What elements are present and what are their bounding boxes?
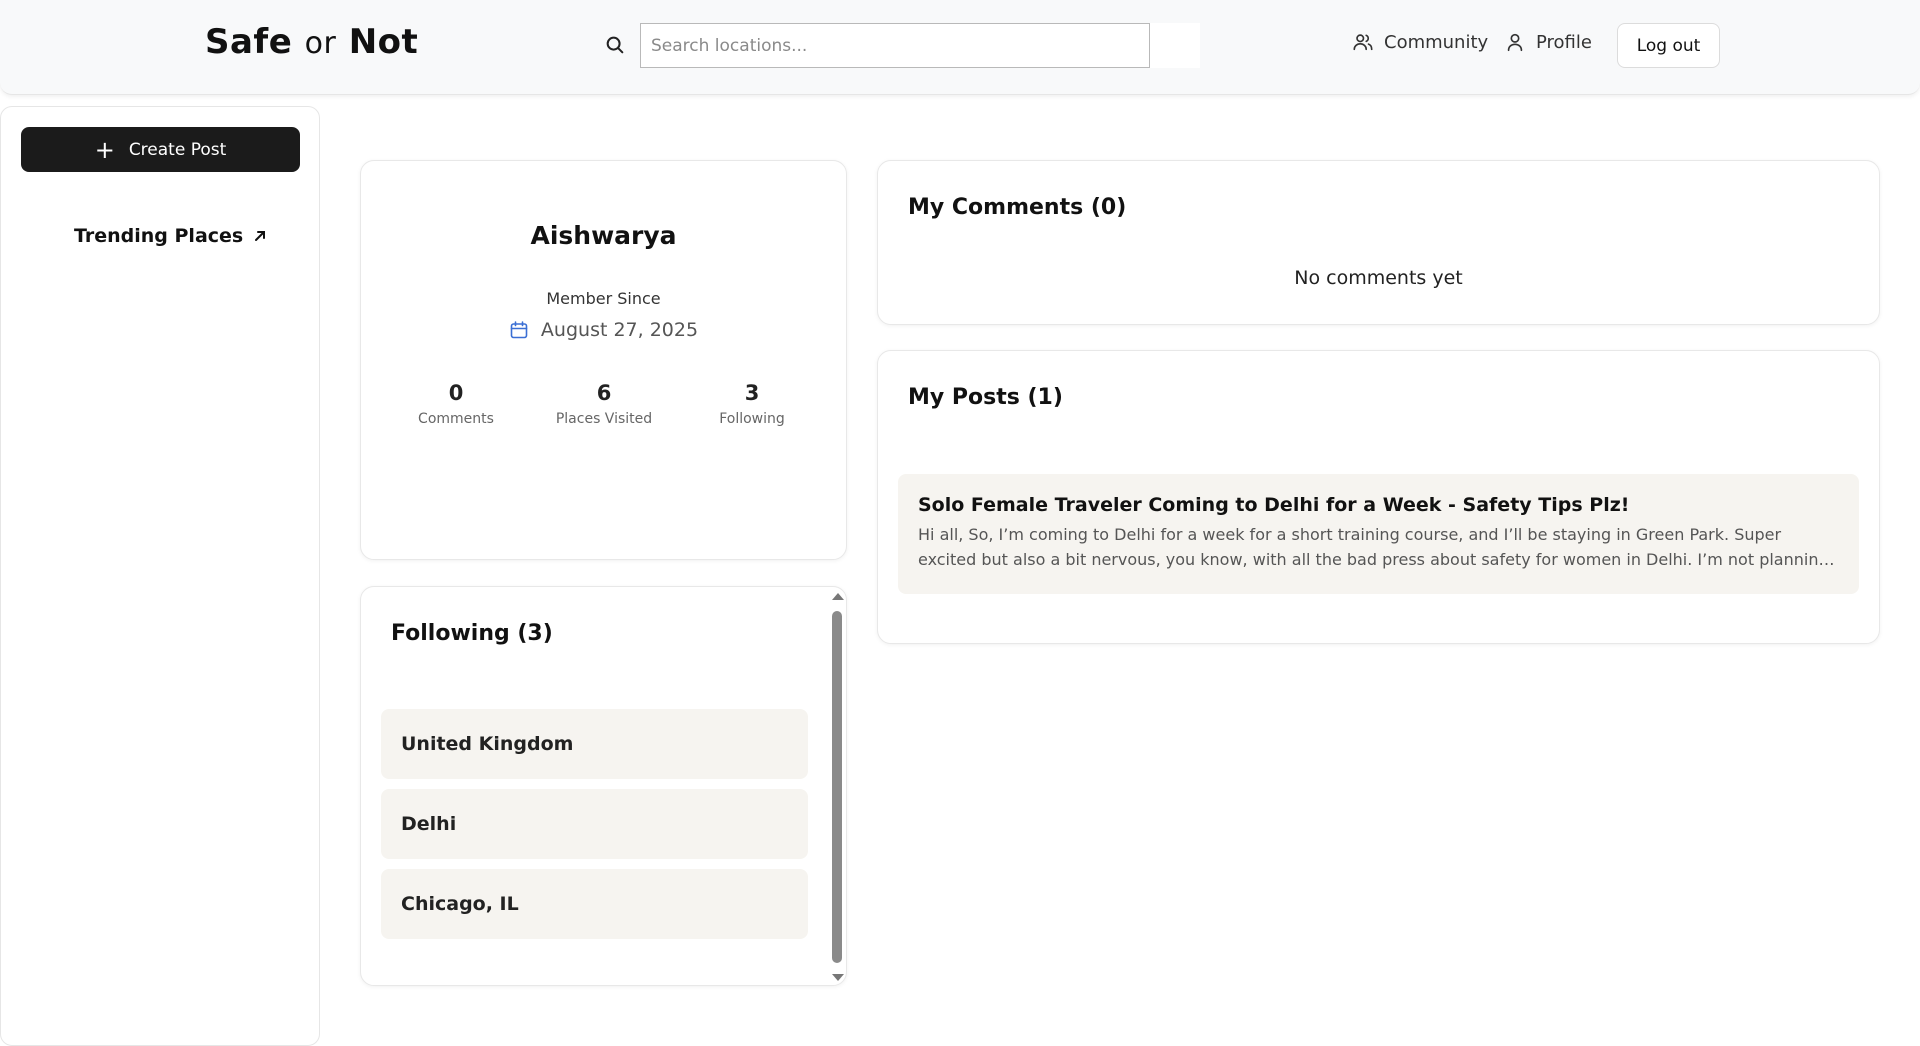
no-comments-message: No comments yet (1294, 267, 1463, 289)
nav-community-label: Community (1384, 31, 1489, 53)
stat-following: 3 Following (682, 381, 822, 427)
search-input[interactable] (640, 23, 1150, 68)
profile-card: Aishwarya Member Since August 27, 2025 0… (360, 160, 847, 560)
search-submit-area[interactable] (1150, 23, 1200, 68)
member-since-row: August 27, 2025 (361, 319, 846, 341)
app-logo[interactable]: Safe or Not (205, 22, 418, 62)
nav-profile-label: Profile (1536, 31, 1592, 53)
following-item-chicago[interactable]: Chicago, IL (381, 869, 808, 939)
logo-or: or (304, 26, 337, 61)
following-scrollbar[interactable] (830, 593, 844, 981)
stat-comments-value: 0 (448, 381, 464, 405)
my-posts-card: My Posts (1) Solo Female Traveler Coming… (877, 350, 1880, 644)
users-icon (1353, 34, 1373, 51)
trending-places-label: Trending Places (74, 225, 244, 247)
my-comments-title: My Comments (0) (908, 195, 1127, 220)
create-post-button[interactable]: + Create Post (21, 127, 300, 172)
user-icon (1507, 33, 1523, 52)
logo-not: Not (348, 22, 419, 62)
post-item[interactable]: Solo Female Traveler Coming to Delhi for… (898, 474, 1859, 594)
post-title: Solo Female Traveler Coming to Delhi for… (918, 494, 1630, 516)
stat-comments-label: Comments (418, 411, 494, 427)
following-title: Following (3) (391, 621, 553, 646)
nav-community-link[interactable]: Community (1352, 31, 1488, 53)
arrow-up-right-icon (255, 231, 266, 241)
member-since-label: Member Since (546, 289, 661, 308)
member-since-date: August 27, 2025 (540, 319, 699, 341)
stat-following-value: 3 (744, 381, 760, 405)
my-posts-title: My Posts (1) (908, 385, 1063, 410)
scroll-thumb[interactable] (832, 611, 842, 963)
calendar-icon (510, 321, 528, 339)
stat-places-label: Places Visited (555, 411, 653, 427)
nav-profile-link[interactable]: Profile (1504, 31, 1592, 53)
scroll-up-arrow-icon[interactable] (832, 593, 844, 600)
following-card: Following (3) United Kingdom Delhi Chica… (360, 586, 847, 986)
stat-places-visited: 6 Places Visited (534, 381, 674, 427)
post-excerpt: Hi all, So, I’m coming to Delhi for a we… (918, 525, 1829, 569)
my-comments-card: My Comments (0) No comments yet (877, 160, 1880, 325)
top-header: Safe or Not Community Profile Log out (0, 0, 1920, 95)
logout-button[interactable]: Log out (1617, 23, 1720, 68)
stat-comments: 0 Comments (386, 381, 526, 427)
scroll-down-arrow-icon[interactable] (832, 974, 844, 981)
trending-places-link[interactable]: Trending Places (74, 225, 267, 247)
logo-safe: Safe (205, 22, 293, 62)
profile-username: Aishwarya (530, 221, 677, 250)
following-item-united-kingdom[interactable]: United Kingdom (381, 709, 808, 779)
create-post-label: Create Post (128, 139, 227, 160)
plus-icon: + (94, 135, 115, 164)
stat-places-value: 6 (596, 381, 612, 405)
sidebar: + Create Post Trending Places (0, 106, 320, 1046)
following-item-delhi[interactable]: Delhi (381, 789, 808, 859)
search-icon (606, 36, 624, 54)
stat-following-label: Following (719, 411, 785, 427)
